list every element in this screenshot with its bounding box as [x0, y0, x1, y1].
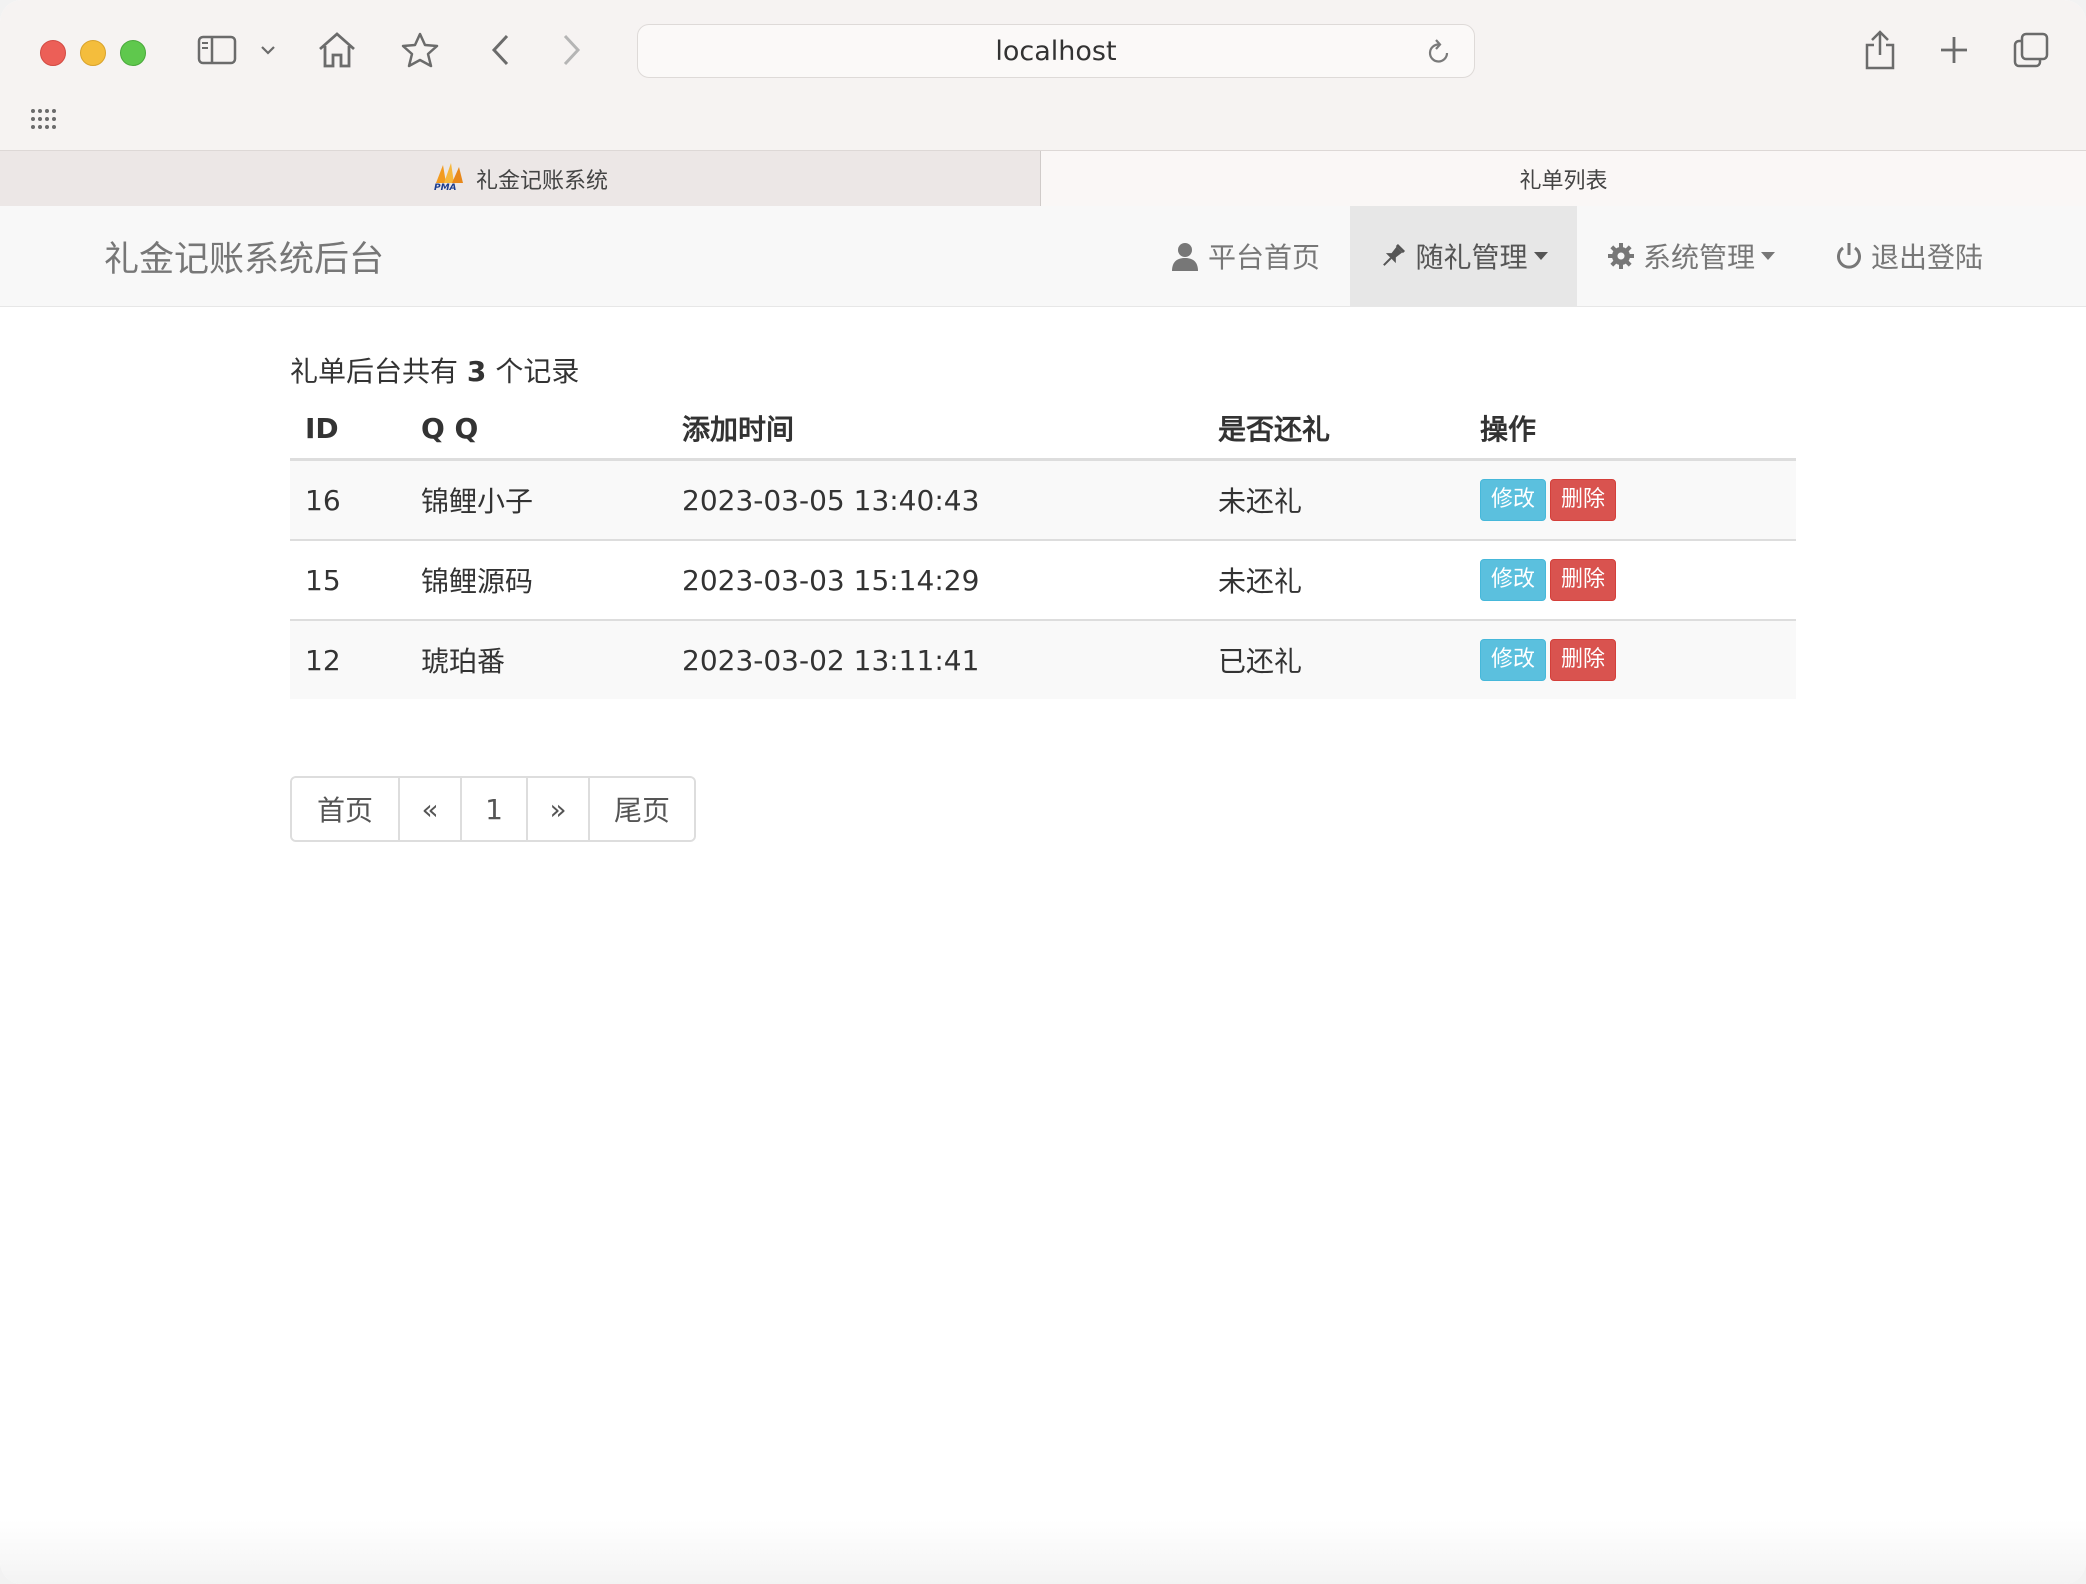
home-icon[interactable] — [314, 24, 360, 76]
column-header-qq: Q Q — [406, 398, 667, 461]
pagination-next[interactable]: » — [526, 778, 588, 840]
nav-item-system-management[interactable]: 系统管理 — [1607, 206, 1776, 306]
nav-item-logout[interactable]: 退出登陆 — [1835, 206, 1983, 306]
share-icon[interactable] — [1860, 24, 1900, 76]
delete-button[interactable]: 删除 — [1550, 639, 1617, 681]
pagination-page-1[interactable]: 1 — [460, 778, 526, 840]
delete-button[interactable]: 删除 — [1550, 479, 1617, 521]
tab-phpmyadmin[interactable]: PMA 礼金记账系统 — [0, 151, 1041, 206]
address-bar[interactable]: localhost — [637, 24, 1475, 78]
pagination-prev[interactable]: « — [398, 778, 460, 840]
tab-label: 礼单列表 — [1519, 168, 1608, 194]
cell-actions: 修改 删除 — [1465, 539, 1796, 620]
tab-overview-icon[interactable] — [2010, 24, 2052, 76]
table-row: 12 琥珀番 2023-03-02 13:11:41 已还礼 修改 删除 — [290, 619, 1796, 699]
column-header-time: 添加时间 — [667, 398, 1203, 461]
user-icon — [1170, 241, 1200, 271]
minimize-window-button[interactable] — [80, 40, 106, 66]
cell-returned: 未还礼 — [1203, 539, 1465, 620]
chevron-down-icon[interactable] — [256, 24, 280, 76]
nav-item-home[interactable]: 平台首页 — [1170, 206, 1320, 306]
tab-gift-list[interactable]: 礼单列表 — [1041, 151, 2086, 206]
tab-label: 礼金记账系统 — [475, 168, 608, 194]
cell-time: 2023-03-02 13:11:41 — [667, 619, 1203, 699]
top-navbar: 礼金记账系统后台 平台首页 随礼管理 系统管理 退出登陆 — [0, 206, 2086, 307]
cell-time: 2023-03-03 15:14:29 — [667, 539, 1203, 620]
gift-list-table: ID Q Q 添加时间 是否还礼 操作 16 锦鲤小子 2023-03-05 1… — [290, 398, 1796, 699]
summary-prefix: 礼单后台共有 — [290, 355, 459, 388]
caret-down-icon — [1761, 252, 1776, 260]
delete-button[interactable]: 删除 — [1550, 559, 1617, 601]
column-header-returned: 是否还礼 — [1203, 398, 1465, 461]
nav-item-gift-management[interactable]: 随礼管理 — [1350, 206, 1577, 306]
table-header-row: ID Q Q 添加时间 是否还礼 操作 — [290, 398, 1796, 461]
gear-icon — [1607, 242, 1635, 270]
cell-id: 15 — [290, 539, 406, 620]
caret-down-icon — [1533, 252, 1548, 260]
close-window-button[interactable] — [40, 40, 66, 66]
address-text: localhost — [995, 35, 1117, 67]
nav-item-label: 退出登陆 — [1871, 241, 1984, 274]
cell-time: 2023-03-05 13:40:43 — [667, 459, 1203, 540]
cell-id: 16 — [290, 459, 406, 540]
edit-button[interactable]: 修改 — [1480, 639, 1547, 681]
edit-button[interactable]: 修改 — [1480, 479, 1547, 521]
table-row: 16 锦鲤小子 2023-03-05 13:40:43 未还礼 修改 删除 — [290, 459, 1796, 540]
navbar-brand[interactable]: 礼金记账系统后台 — [104, 206, 384, 306]
cell-returned: 已还礼 — [1203, 619, 1465, 699]
cell-qq: 锦鲤源码 — [406, 539, 667, 620]
new-tab-plus-icon[interactable] — [1934, 24, 1974, 76]
forward-icon[interactable] — [556, 24, 586, 76]
column-header-actions: 操作 — [1465, 398, 1796, 461]
bookmark-star-icon[interactable] — [398, 24, 442, 76]
pagination-first[interactable]: 首页 — [292, 778, 398, 840]
nav-item-label: 系统管理 — [1643, 241, 1756, 274]
reload-icon[interactable] — [1426, 38, 1452, 70]
back-icon[interactable] — [486, 24, 516, 76]
record-count: 3 — [466, 355, 487, 388]
cell-id: 12 — [290, 619, 406, 699]
column-header-id: ID — [290, 398, 406, 461]
power-icon — [1835, 241, 1863, 271]
sidebar-icon[interactable] — [192, 24, 242, 76]
record-summary: 礼单后台共有 3 个记录 — [290, 350, 579, 390]
pagination: 首页 « 1 » 尾页 — [290, 776, 696, 842]
apps-grid-icon[interactable] — [30, 108, 58, 134]
summary-suffix: 个记录 — [495, 355, 580, 388]
cell-returned: 未还礼 — [1203, 459, 1465, 540]
table-row: 15 锦鲤源码 2023-03-03 15:14:29 未还礼 修改 删除 — [290, 539, 1796, 620]
browser-window: localhost PMA 礼金记账系统 礼单列表 礼金记账系统后台 平台首页 … — [0, 0, 2086, 1584]
phpmyadmin-logo-icon: PMA — [432, 161, 466, 197]
pushpin-icon — [1379, 242, 1407, 270]
tab-bar: PMA 礼金记账系统 礼单列表 — [0, 150, 2086, 206]
cell-qq: 锦鲤小子 — [406, 459, 667, 540]
nav-item-label: 随礼管理 — [1415, 241, 1528, 274]
pagination-last[interactable]: 尾页 — [588, 778, 694, 840]
cell-actions: 修改 删除 — [1465, 459, 1796, 540]
window-bottom-edge — [0, 1520, 2086, 1584]
nav-item-label: 平台首页 — [1208, 241, 1321, 274]
cell-qq: 琥珀番 — [406, 619, 667, 699]
cell-actions: 修改 删除 — [1465, 619, 1796, 699]
browser-toolbar: localhost — [0, 0, 2086, 150]
svg-text:PMA: PMA — [434, 183, 457, 191]
zoom-window-button[interactable] — [120, 40, 146, 66]
edit-button[interactable]: 修改 — [1480, 559, 1547, 601]
